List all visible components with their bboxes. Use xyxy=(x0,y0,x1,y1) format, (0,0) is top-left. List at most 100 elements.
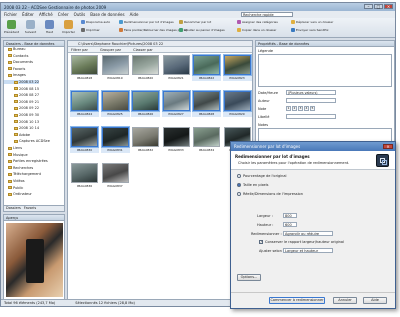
filter-dropdown[interactable]: Filtrer par xyxy=(71,47,88,52)
folder-item[interactable]: Images xyxy=(4,73,26,77)
folder-item[interactable]: Contacts xyxy=(4,54,28,58)
toolbar-button-suivant[interactable]: Suivant xyxy=(22,20,39,34)
height-input[interactable]: 600 xyxy=(283,222,297,227)
keep-ratio-checkbox[interactable]: ✓ xyxy=(259,240,263,244)
menu-item[interactable]: Créer xyxy=(58,12,69,17)
thumbnail[interactable]: IMAG0818 xyxy=(70,55,99,81)
start-resize-button[interactable]: Commencer à redimensionner xyxy=(269,297,325,304)
thumbnail[interactable]: IMAG0832 xyxy=(131,127,160,153)
thumbnail[interactable]: IMAG0837 xyxy=(101,163,130,189)
folder-item[interactable]: Ordinateur xyxy=(4,192,32,196)
toolbar-button-haut[interactable]: Haut xyxy=(41,20,58,34)
toolbar-button-precedent[interactable]: Précédent xyxy=(3,20,20,34)
radio-pixels[interactable] xyxy=(237,183,241,187)
sort-dropdown[interactable]: Classer par xyxy=(133,47,153,52)
rating-option[interactable]: 2 xyxy=(292,106,297,111)
thumbnail[interactable]: IMAG0831 xyxy=(100,126,130,153)
option-print[interactable]: Réelle/Dimensions de l'impression xyxy=(237,192,303,196)
folder-item[interactable]: Musique xyxy=(4,153,28,157)
thumbnail[interactable]: IMAG0824 xyxy=(70,90,99,117)
folder-item[interactable]: 2008 09 22 xyxy=(4,106,39,110)
folder-item[interactable]: 2008 10 13 xyxy=(4,120,39,124)
thumbnail[interactable]: IMAG0828 xyxy=(192,90,221,117)
radio-print[interactable] xyxy=(237,192,241,196)
thumbnail[interactable]: IMAG0819 xyxy=(101,55,130,81)
toolbar-action[interactable]: Copier dans un dossier xyxy=(237,28,276,32)
rating-option[interactable]: 4 xyxy=(304,106,309,111)
option-percent[interactable]: Pourcentage de l'original xyxy=(237,174,287,178)
folder-item[interactable]: Parties enregistrées xyxy=(4,159,48,163)
thumbnail[interactable]: IMAG0822 xyxy=(192,54,221,81)
fit-select[interactable]: Largeur et hauteur xyxy=(283,248,333,253)
menu-item[interactable]: Outils xyxy=(74,12,86,17)
folder-item[interactable]: 2008 09 21 xyxy=(4,100,39,104)
help-button[interactable]: Aide xyxy=(363,297,387,304)
folder-tab[interactable]: Favoris xyxy=(24,206,36,211)
folder-item[interactable]: Documents xyxy=(4,60,33,64)
menu-item[interactable]: Aide xyxy=(130,12,139,17)
rating-selector[interactable]: 12345 xyxy=(286,106,315,111)
folder-item[interactable]: Téléchargement xyxy=(4,172,41,176)
labels-field[interactable] xyxy=(286,114,336,119)
folder-tab[interactable]: Dossiers xyxy=(6,206,21,211)
folder-item[interactable]: Liens xyxy=(4,146,22,150)
folder-item[interactable]: 2008 10 14 xyxy=(4,126,39,130)
folder-item[interactable]: Favoris xyxy=(4,67,25,71)
rating-option[interactable]: 1 xyxy=(286,106,291,111)
keep-ratio-option[interactable]: ✓ Conserver le rapport largeur/hauteur o… xyxy=(259,240,344,244)
folder-item[interactable]: Adobe xyxy=(4,133,30,137)
author-field[interactable] xyxy=(286,98,336,103)
group-dropdown[interactable]: Grouper par xyxy=(100,47,121,52)
menu-item[interactable]: Affiché xyxy=(39,12,53,17)
thumbnail[interactable]: IMAG0827 xyxy=(161,90,191,117)
folder-item[interactable]: 2008 03 22 xyxy=(4,80,40,84)
thumbnail[interactable]: IMAG0820 xyxy=(131,55,160,81)
thumbnail[interactable]: IMAG0823 xyxy=(222,54,252,81)
menu-item[interactable]: Éditer xyxy=(22,12,34,17)
toolbar-action[interactable]: Imprimer xyxy=(81,28,100,32)
folder-item[interactable]: 2008 09 30 xyxy=(4,113,39,117)
quick-search-input[interactable]: Recherche rapide xyxy=(241,12,293,17)
toolbar-action[interactable]: Diaporama auto xyxy=(81,20,110,24)
toolbar-action[interactable]: Envoyer vers SendPix xyxy=(291,28,329,32)
maximize-button[interactable]: □ xyxy=(374,4,383,9)
toolbar-button-importer[interactable]: Importer xyxy=(60,20,77,34)
thumbnail[interactable]: IMAG0826 xyxy=(131,90,160,117)
width-input[interactable]: 800 xyxy=(283,213,297,218)
dialog-close-button[interactable]: × xyxy=(383,144,393,149)
folder-item[interactable]: Captures ACDSee xyxy=(4,139,50,143)
folder-item[interactable]: Bureau xyxy=(4,47,26,51)
radio-percent[interactable] xyxy=(237,174,241,178)
caption-field[interactable] xyxy=(258,54,392,87)
notes-field[interactable] xyxy=(258,128,392,142)
thumbnail[interactable]: IMAG0825 xyxy=(100,90,130,117)
close-button[interactable]: × xyxy=(384,4,393,9)
date-field[interactable]: (Plusieurs valeurs) xyxy=(286,90,336,95)
rating-option[interactable]: 5 xyxy=(310,106,315,111)
toolbar-action[interactable]: Renommer par lot xyxy=(179,20,211,24)
resize-select[interactable]: Agrandir ou réduire xyxy=(283,231,333,236)
toolbar-action[interactable]: Ajouter au panier d'images xyxy=(179,28,225,32)
option-pixels[interactable]: Taille en pixels xyxy=(237,183,268,187)
folder-item[interactable]: Vidéos xyxy=(4,179,25,183)
menu-item[interactable]: Base de données xyxy=(90,12,124,17)
thumbnail[interactable]: IMAG0834 xyxy=(192,127,221,153)
toolbar-action[interactable]: Déplacer vers un dossier xyxy=(291,20,333,24)
folder-item[interactable]: 2008 08 15 xyxy=(4,87,39,91)
thumbnail[interactable]: IMAG0833 xyxy=(162,127,191,153)
cancel-button[interactable]: Annuler xyxy=(333,297,357,304)
minimize-button[interactable]: – xyxy=(364,4,373,9)
thumbnail[interactable]: IMAG0829 xyxy=(222,90,252,117)
folder-item[interactable]: Public xyxy=(4,186,23,190)
folder-item[interactable]: Recherches xyxy=(4,166,33,170)
toolbar-action[interactable]: Redimensionner par lot d'images xyxy=(119,20,174,24)
thumbnail[interactable]: IMAG0821 xyxy=(162,55,191,81)
toolbar-action[interactable]: Assigner des catégories xyxy=(237,20,278,24)
rating-option[interactable]: 3 xyxy=(298,106,303,111)
menu-item[interactable]: Fichier xyxy=(4,12,17,17)
thumbnail[interactable]: IMAG0830 xyxy=(70,126,99,153)
thumbnail[interactable]: IMAG0836 xyxy=(70,163,99,189)
toolbar-action[interactable]: Faire pivoter/Retourner des images par l… xyxy=(119,28,187,32)
folder-item[interactable]: 2008 08 27 xyxy=(4,93,39,97)
options-button[interactable]: Options... xyxy=(237,274,261,281)
